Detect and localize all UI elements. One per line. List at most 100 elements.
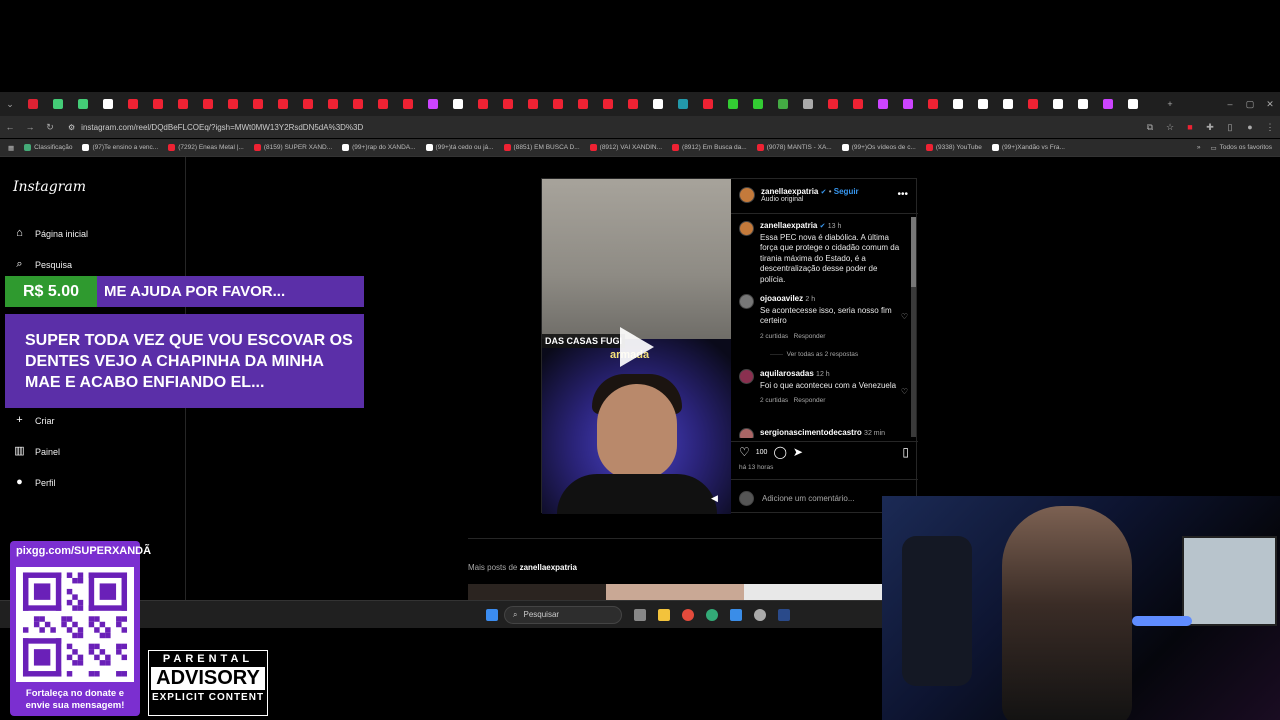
mute-icon[interactable]: ◀	[711, 493, 718, 504]
browser-tab[interactable]	[702, 99, 713, 109]
browser-tab[interactable]	[277, 99, 288, 109]
browser-tab[interactable]	[177, 99, 188, 109]
browser-tab[interactable]	[77, 99, 88, 109]
share-icon[interactable]: ➤	[793, 445, 803, 459]
steam-icon[interactable]	[778, 608, 790, 621]
comment-likes[interactable]: 2 curtidas	[760, 397, 788, 404]
post-thumbnail[interactable]	[468, 584, 606, 600]
comment-like-icon[interactable]: ♡	[901, 387, 908, 396]
browser-tab[interactable]	[127, 99, 138, 109]
like-icon[interactable]: ♡	[739, 445, 750, 459]
caption-avatar[interactable]	[739, 221, 754, 236]
nav-item-plus[interactable]: + Criar	[13, 414, 54, 427]
bookmark-item[interactable]: (8912) VAI XANDIN...	[589, 144, 662, 151]
browser-tab[interactable]	[477, 99, 488, 109]
bookmark-item[interactable]: (99+)rap do XANDÃ...	[342, 144, 416, 151]
comment-avatar[interactable]	[739, 428, 754, 438]
author-avatar[interactable]	[739, 187, 755, 203]
star-icon[interactable]: ☆	[1160, 122, 1180, 133]
browser-tab[interactable]	[152, 99, 163, 109]
browser-tab[interactable]	[852, 99, 863, 109]
browser-tab[interactable]	[552, 99, 563, 109]
bookmark-item[interactable]: (8912) Em Busca da...	[672, 144, 747, 151]
bookmark-item[interactable]: (99+)tá cedo ou já...	[425, 144, 494, 151]
comment-icon[interactable]: ◯	[773, 445, 786, 459]
back-button[interactable]: ←	[0, 122, 20, 132]
author-username[interactable]: zanellaexpatria	[761, 187, 818, 196]
more-posts-user[interactable]: zanellaexpatria	[520, 563, 577, 572]
app-icon[interactable]	[730, 608, 742, 621]
browser-tab[interactable]	[1077, 99, 1088, 109]
menu-icon[interactable]: ⋮	[1260, 122, 1280, 133]
audio-label[interactable]: Áudio original	[761, 196, 859, 203]
nav-item-dashboard[interactable]: ▥ Painel	[13, 445, 60, 458]
minimize-button[interactable]: –	[1220, 99, 1240, 109]
browser-tab[interactable]	[377, 99, 388, 109]
browser-tab[interactable]	[527, 99, 538, 109]
bookmark-item[interactable]: (99+)Os vídeos de c...	[841, 144, 916, 151]
nav-item-profile[interactable]: ● Perfil	[13, 476, 55, 489]
browser-tab[interactable]	[602, 99, 613, 109]
comment-likes[interactable]: 2 curtidas	[760, 333, 788, 340]
all-favorites-folder[interactable]: ▭ Todos os favoritos	[1210, 144, 1280, 152]
extension-icon[interactable]: ■	[1180, 122, 1200, 132]
play-icon[interactable]	[620, 327, 654, 367]
browser-tab[interactable]	[802, 99, 813, 109]
comment-like-icon[interactable]: ♡	[901, 312, 908, 321]
browser-tab[interactable]	[877, 99, 888, 109]
comments-scrollbar[interactable]	[911, 217, 916, 437]
instagram-logo[interactable]: Instagram	[13, 179, 86, 195]
browser-tab[interactable]	[452, 99, 463, 109]
bookmark-item[interactable]: (9078) MANTIS - XA...	[756, 144, 832, 151]
browser-tab[interactable]	[427, 99, 438, 109]
comment-username[interactable]: aquilarosadas	[760, 369, 814, 378]
bookmark-item[interactable]: (97)Te ensino a venc...	[82, 144, 158, 151]
new-tab-button[interactable]: +	[1160, 99, 1180, 109]
browser-tab[interactable]	[777, 99, 788, 109]
browser-tab[interactable]	[902, 99, 913, 109]
tab-search-icon[interactable]: ⌄	[0, 99, 20, 110]
browser-tab[interactable]	[352, 99, 363, 109]
bookmark-item[interactable]: (8159) SUPER XAND...	[253, 144, 332, 151]
chrome-icon[interactable]	[682, 608, 694, 621]
browser-tab[interactable]	[1052, 99, 1063, 109]
browser-tab[interactable]	[752, 99, 763, 109]
browser-tab[interactable]	[252, 99, 263, 109]
caption-username[interactable]: zanellaexpatria	[760, 221, 817, 230]
add-comment-field[interactable]: Adicione um comentário...	[739, 491, 855, 506]
forward-button[interactable]: →	[20, 122, 40, 132]
url-field[interactable]: ⚙ instagram.com/reel/DQdBeFLCOEq/?igsh=M…	[68, 123, 1140, 132]
browser-tab[interactable]	[1027, 99, 1038, 109]
post-thumbnail[interactable]	[606, 584, 744, 600]
browser-tab[interactable]	[1002, 99, 1013, 109]
browser-tab[interactable]	[627, 99, 638, 109]
follow-button[interactable]: Seguir	[834, 187, 859, 196]
reply-button[interactable]: Responder	[794, 397, 826, 404]
nav-item-home[interactable]: ⌂ Página inicial	[13, 227, 88, 240]
profile-avatar[interactable]: ●	[1240, 122, 1260, 132]
browser-tab[interactable]	[202, 99, 213, 109]
browser-tab[interactable]	[1102, 99, 1113, 109]
browser-tab[interactable]	[102, 99, 113, 109]
like-count[interactable]: 100	[756, 449, 768, 456]
browser-tab[interactable]	[727, 99, 738, 109]
browser-tab[interactable]	[952, 99, 963, 109]
start-icon[interactable]	[486, 608, 498, 621]
post-thumbnail[interactable]	[744, 584, 882, 600]
comment-username[interactable]: sergionascimentodecastro	[760, 428, 862, 437]
app-icon[interactable]	[706, 608, 718, 621]
task-view-icon[interactable]	[634, 608, 646, 621]
browser-tab[interactable]	[502, 99, 513, 109]
browser-tab[interactable]	[327, 99, 338, 109]
apps-icon[interactable]: ▦	[8, 144, 14, 152]
comment-username[interactable]: ojoaoavilez	[760, 294, 803, 303]
browser-tab[interactable]	[227, 99, 238, 109]
bookmark-item[interactable]: (9338) YouTube	[925, 144, 982, 151]
maximize-button[interactable]: ▢	[1240, 99, 1260, 110]
taskbar-search[interactable]: ⌕ Pesquisar	[504, 605, 622, 624]
browser-tab[interactable]	[52, 99, 63, 109]
install-icon[interactable]: ⧉	[1140, 122, 1160, 133]
site-info-icon[interactable]: ⚙	[68, 123, 75, 132]
reel-video[interactable]: DAS CASAS FUGI armada ◀	[542, 179, 731, 514]
browser-tab[interactable]	[827, 99, 838, 109]
